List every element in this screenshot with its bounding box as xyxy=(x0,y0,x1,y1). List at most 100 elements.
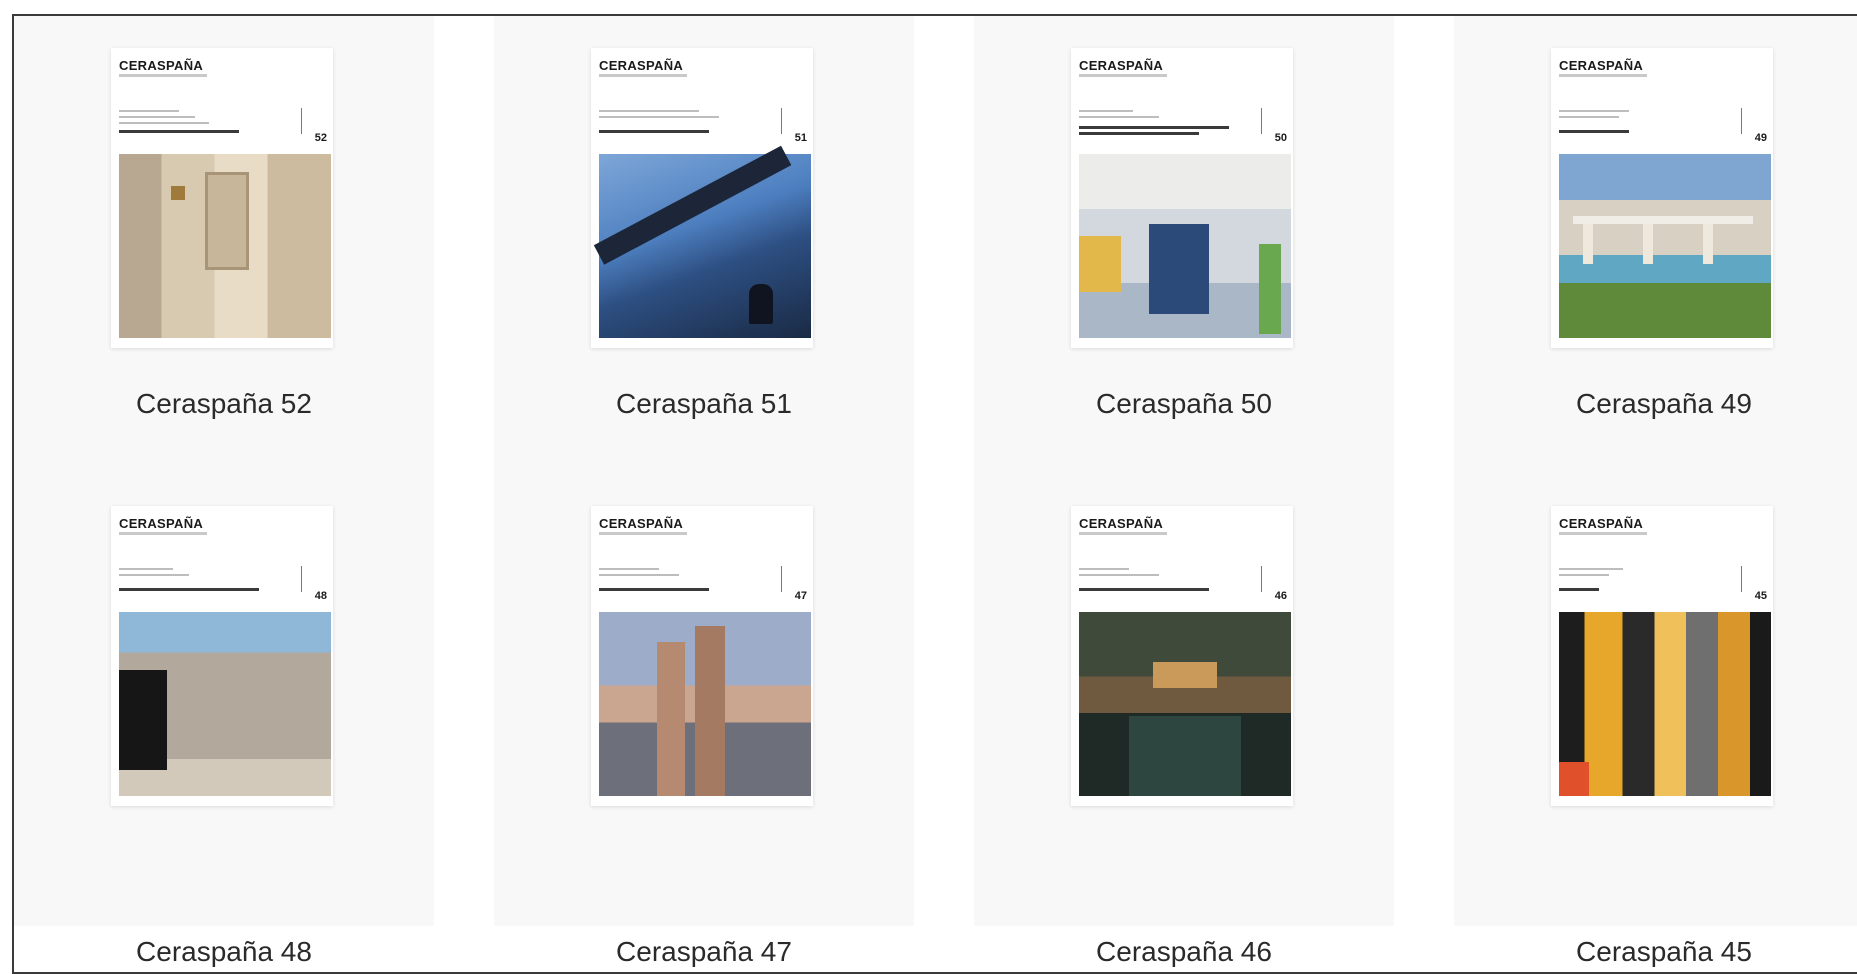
roof-slab xyxy=(1573,216,1753,224)
cover-headline-line xyxy=(1079,126,1229,129)
magazine-card-52[interactable]: CERASPAÑA 52 Ceraspaña 52 xyxy=(14,16,434,486)
magazine-cover[interactable]: CERASPAÑA 47 xyxy=(591,506,813,806)
magazine-cover[interactable]: CERASPAÑA 52 xyxy=(111,48,333,348)
magazine-cover[interactable]: CERASPAÑA 49 xyxy=(1551,48,1773,348)
cover-photo-courtyard xyxy=(119,612,331,796)
magazine-cover[interactable]: CERASPAÑA 50 xyxy=(1071,48,1293,348)
cover-brand: CERASPAÑA xyxy=(1559,58,1644,73)
tower xyxy=(695,626,725,796)
tower xyxy=(657,642,685,796)
magazine-cover[interactable]: CERASPAÑA 48 xyxy=(111,506,333,806)
doorway xyxy=(1149,224,1209,314)
cover-separator xyxy=(301,108,302,134)
cover-subtitle-line xyxy=(119,532,207,535)
magazine-card-47[interactable]: CERASPAÑA 47 Ceraspaña 47 xyxy=(494,456,914,967)
pool xyxy=(1129,716,1241,796)
cover-brand: CERASPAÑA xyxy=(119,58,204,73)
magazine-cover[interactable]: CERASPAÑA 45 xyxy=(1551,506,1773,806)
cover-subtitle-line xyxy=(1559,532,1647,535)
cover-issue-number: 49 xyxy=(1754,132,1767,144)
cover-photo-escalator xyxy=(593,145,811,338)
cover-separator xyxy=(301,566,302,592)
cover-issue-number: 50 xyxy=(1274,132,1287,144)
cover-text-line xyxy=(119,568,173,570)
magazine-title[interactable]: Ceraspaña 51 xyxy=(494,388,914,420)
magazine-title[interactable]: Ceraspaña 47 xyxy=(494,936,914,968)
doorway xyxy=(205,172,249,270)
magazine-grid: CERASPAÑA 52 Ceraspaña 52 CERASPAÑA 51 C… xyxy=(12,14,1857,974)
magazine-card-49[interactable]: CERASPAÑA 49 Ceraspaña 49 xyxy=(1454,16,1857,486)
red-detail xyxy=(1559,762,1589,796)
cover-photo-pool xyxy=(1079,612,1291,796)
cover-text-line xyxy=(1559,116,1619,118)
cover-headline-line xyxy=(1079,132,1199,135)
magazine-title[interactable]: Ceraspaña 49 xyxy=(1454,388,1857,420)
magazine-title[interactable]: Ceraspaña 50 xyxy=(974,388,1394,420)
cover-headline-line xyxy=(119,588,259,591)
cover-headline-line xyxy=(599,588,709,591)
cover-subtitle-line xyxy=(1559,74,1647,77)
cover-brand: CERASPAÑA xyxy=(1079,516,1164,531)
cover-brand: CERASPAÑA xyxy=(1559,516,1644,531)
cover-subtitle-line xyxy=(119,74,207,77)
magazine-cover[interactable]: CERASPAÑA 46 xyxy=(1071,506,1293,806)
cover-separator xyxy=(781,108,782,134)
cover-text-line xyxy=(119,110,179,112)
cover-subtitle-line xyxy=(1079,74,1167,77)
cover-brand: CERASPAÑA xyxy=(119,516,204,531)
cover-subtitle-line xyxy=(599,532,687,535)
cover-headline-line xyxy=(599,130,709,133)
lit-pavilion xyxy=(1153,662,1217,688)
cover-text-line xyxy=(1559,110,1629,112)
cover-separator xyxy=(1261,108,1262,134)
magazine-title[interactable]: Ceraspaña 48 xyxy=(14,936,434,968)
cover-photo-towers xyxy=(599,612,811,796)
magazine-card-51[interactable]: CERASPAÑA 51 Ceraspaña 51 xyxy=(494,16,914,486)
cover-text-line xyxy=(599,116,719,118)
magazine-card-50[interactable]: CERASPAÑA 50 Ceraspaña 50 xyxy=(974,16,1394,486)
magazine-card-46[interactable]: CERASPAÑA 46 Ceraspaña 46 xyxy=(974,456,1394,967)
column xyxy=(1643,224,1653,264)
cover-separator xyxy=(1261,566,1262,592)
cover-text-line xyxy=(1079,116,1159,118)
cover-brand: CERASPAÑA xyxy=(599,58,684,73)
cover-headline-line xyxy=(119,130,239,133)
cover-text-line xyxy=(119,116,195,118)
cover-text-line xyxy=(599,110,699,112)
cover-text-line xyxy=(119,574,189,576)
magazine-card-48[interactable]: CERASPAÑA 48 Ceraspaña 48 xyxy=(14,456,434,967)
magazine-title[interactable]: Ceraspaña 45 xyxy=(1454,936,1857,968)
magazine-title[interactable]: Ceraspaña 52 xyxy=(14,388,434,420)
cover-photo-interior xyxy=(119,154,331,338)
cover-text-line xyxy=(119,122,209,124)
cover-issue-number: 48 xyxy=(314,590,327,602)
magazine-cover[interactable]: CERASPAÑA 51 xyxy=(591,48,813,348)
column xyxy=(1703,224,1713,264)
cover-photo-poles xyxy=(1559,612,1771,796)
cover-headline-line xyxy=(1559,130,1629,133)
cover-issue-number: 52 xyxy=(314,132,327,144)
person-silhouette xyxy=(749,284,773,324)
cover-issue-number: 51 xyxy=(794,132,807,144)
cover-headline-line xyxy=(1079,588,1209,591)
cover-subtitle-line xyxy=(1079,532,1167,535)
cover-separator xyxy=(781,566,782,592)
cover-issue-number: 45 xyxy=(1754,590,1767,602)
cover-headline-line xyxy=(1559,588,1599,591)
plant xyxy=(1259,244,1281,334)
cover-issue-number: 47 xyxy=(794,590,807,602)
cover-text-line xyxy=(1079,574,1159,576)
wall-lamp xyxy=(171,186,185,200)
cover-photo-house xyxy=(1559,154,1771,338)
magazine-title[interactable]: Ceraspaña 46 xyxy=(974,936,1394,968)
cover-text-line xyxy=(1559,568,1623,570)
column xyxy=(1583,224,1593,264)
cover-brand: CERASPAÑA xyxy=(599,516,684,531)
cover-issue-number: 46 xyxy=(1274,590,1287,602)
escalator-rail xyxy=(593,145,792,265)
cover-text-line xyxy=(1559,574,1609,576)
cover-text-line xyxy=(1079,110,1133,112)
cover-text-line xyxy=(599,574,679,576)
magazine-card-45[interactable]: CERASPAÑA 45 Ceraspaña 45 xyxy=(1454,456,1857,967)
yellow-panel xyxy=(1079,236,1121,292)
